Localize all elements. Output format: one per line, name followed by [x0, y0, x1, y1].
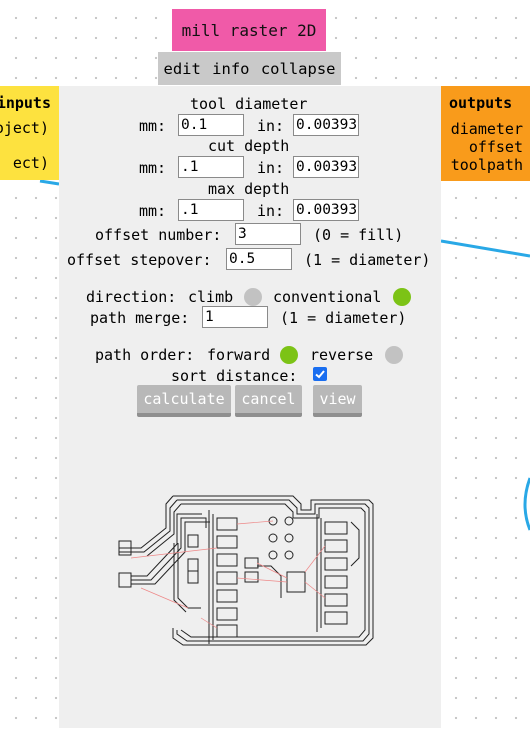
path-order-reverse-radio[interactable]: [385, 346, 403, 364]
tool-diameter-mm-label: mm:: [139, 117, 167, 135]
path-merge-input[interactable]: 1: [202, 306, 268, 328]
tool-diameter-mm-input[interactable]: 0.1: [178, 114, 244, 136]
tool-diameter-in-label: in:: [257, 117, 285, 135]
output-link-wire: [440, 239, 530, 258]
cut-depth-mm-input[interactable]: .1: [178, 156, 244, 178]
outputs-panel: outputs diameter offset toolpath: [441, 86, 530, 181]
tool-diameter-label: tool diameter: [190, 95, 308, 113]
path-merge-hint: (1 = diameter): [280, 309, 407, 327]
info-menu-item[interactable]: info: [211, 60, 250, 78]
cut-depth-mm-label: mm:: [139, 159, 167, 177]
module-title[interactable]: mill raster 2D: [172, 9, 326, 51]
max-depth-mm-input[interactable]: .1: [178, 199, 244, 221]
output-toolpath[interactable]: toolpath: [451, 156, 523, 174]
path-order-forward-label: forward: [207, 346, 271, 364]
calculate-button[interactable]: calculate: [137, 385, 231, 417]
input-object-item-2[interactable]: ect): [13, 154, 49, 172]
edit-menu-item[interactable]: edit: [163, 60, 202, 78]
view-button[interactable]: view: [313, 385, 362, 417]
module-body: tool diameter mm: 0.1 in: 0.00393 cut de…: [59, 86, 441, 728]
module-menu-bar: edit info collapse: [158, 52, 341, 85]
max-depth-in-label: in:: [257, 202, 285, 220]
offset-number-input[interactable]: 3: [235, 223, 301, 245]
inputs-title: inputs: [0, 94, 51, 112]
sort-distance-checkbox[interactable]: [313, 367, 327, 381]
tool-diameter-in-input[interactable]: 0.00393: [293, 114, 359, 136]
collapse-menu-item[interactable]: collapse: [260, 60, 337, 78]
offset-stepover-label: offset stepover:: [67, 251, 212, 269]
outputs-title: outputs: [449, 94, 513, 112]
offset-number-hint: (0 = fill): [313, 226, 404, 244]
input-link-wire: [39, 179, 60, 186]
path-merge-label: path merge:: [90, 309, 190, 327]
cut-depth-in-label: in:: [257, 159, 285, 177]
offset-stepover-input[interactable]: 0.5: [226, 248, 292, 270]
input-object-item[interactable]: oject): [0, 119, 49, 137]
path-order-reverse-label: reverse: [310, 346, 374, 364]
cancel-button[interactable]: cancel: [235, 385, 302, 417]
output-diameter[interactable]: diameter: [451, 120, 523, 138]
max-depth-label: max depth: [208, 180, 290, 198]
checkmark-icon: [315, 370, 325, 379]
output-offset[interactable]: offset: [469, 138, 523, 156]
path-order-label: path order:: [95, 346, 195, 364]
offscreen-module-edge: [523, 477, 530, 531]
toolpath-preview: [118, 495, 374, 646]
path-order-forward-radio[interactable]: [280, 346, 298, 364]
direction-conventional-label: conventional: [273, 288, 382, 306]
direction-conventional-radio[interactable]: [393, 288, 411, 306]
direction-climb-radio[interactable]: [244, 288, 262, 306]
cut-depth-in-input[interactable]: 0.00393: [293, 156, 359, 178]
offset-number-label: offset number:: [95, 226, 222, 244]
max-depth-in-input[interactable]: 0.00393: [293, 199, 359, 221]
inputs-panel: inputs oject) ect): [0, 86, 59, 180]
module-title-text: mill raster 2D: [181, 20, 317, 40]
max-depth-mm-label: mm:: [139, 202, 167, 220]
direction-label: direction:: [86, 288, 177, 306]
cut-depth-label: cut depth: [208, 137, 290, 155]
direction-climb-label: climb: [188, 288, 234, 306]
sort-distance-label: sort distance:: [171, 367, 298, 385]
offset-stepover-hint: (1 = diameter): [304, 251, 431, 269]
